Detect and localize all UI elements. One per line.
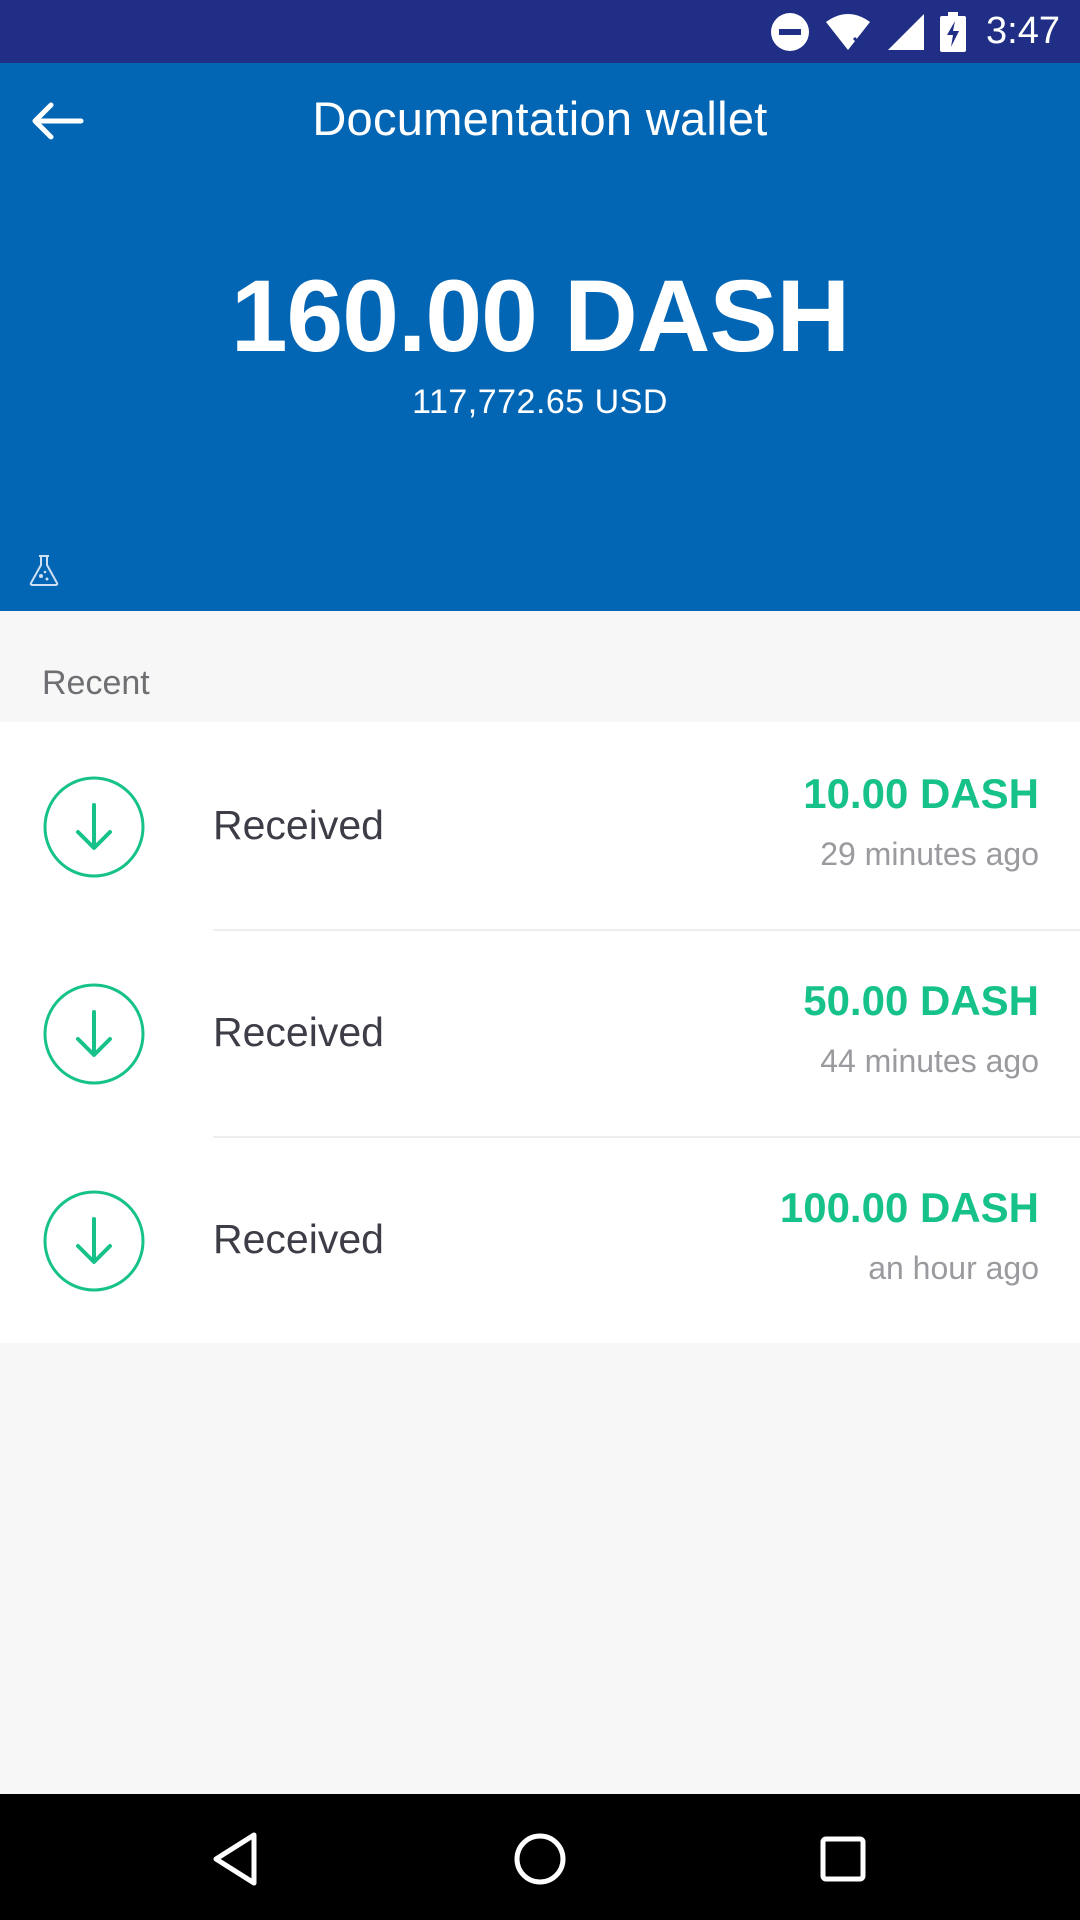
wallet-header: Documentation wallet 160.00 DASH 117,772…	[0, 63, 1080, 611]
transaction-amount: 100.00 DASH	[779, 1184, 1039, 1231]
transaction-amount: 10.00 DASH	[803, 770, 1039, 817]
transaction-row[interactable]: Received 100.00 DASH an hour ago	[0, 1136, 1080, 1343]
recents-square-icon	[820, 1836, 866, 1882]
arrow-down-circle-icon	[43, 1190, 145, 1292]
back-triangle-icon	[213, 1832, 257, 1886]
arrow-down-circle-icon	[43, 983, 145, 1085]
battery-charging-icon	[940, 11, 967, 52]
balance-fiat: 117,772.65 USD	[412, 383, 668, 421]
balance-amount: 160.00 DASH	[230, 259, 850, 373]
transaction-time: an hour ago	[868, 1250, 1039, 1286]
transaction-list: Received 10.00 DASH 29 minutes ago Recei…	[0, 722, 1080, 1343]
transaction-row[interactable]: Received 50.00 DASH 44 minutes ago	[0, 929, 1080, 1136]
nav-home-button[interactable]	[505, 1824, 575, 1894]
transaction-row[interactable]: Received 10.00 DASH 29 minutes ago	[0, 722, 1080, 929]
nav-back-button[interactable]	[200, 1824, 270, 1894]
transaction-label: Received	[213, 1009, 384, 1055]
status-time: 3:47	[986, 10, 1060, 52]
transaction-time: 44 minutes ago	[820, 1043, 1039, 1079]
flask-icon	[29, 555, 59, 586]
do-not-disturb-icon	[771, 12, 810, 51]
transaction-amount: 50.00 DASH	[803, 977, 1039, 1024]
section-label-recent: Recent	[42, 664, 150, 702]
transaction-time: 29 minutes ago	[820, 836, 1039, 872]
status-icons: 3:47	[770, 0, 1060, 63]
status-bar: 3:47	[0, 0, 1080, 63]
nav-recents-button[interactable]	[808, 1824, 878, 1894]
arrow-down-circle-icon	[43, 776, 145, 878]
page-title: Documentation wallet	[312, 92, 768, 145]
transaction-label: Received	[213, 1216, 384, 1262]
transaction-label: Received	[213, 802, 384, 848]
wifi-icon	[826, 13, 871, 50]
signal-icon	[888, 13, 925, 50]
system-nav-bar	[0, 1794, 1080, 1920]
home-circle-icon	[514, 1833, 566, 1885]
